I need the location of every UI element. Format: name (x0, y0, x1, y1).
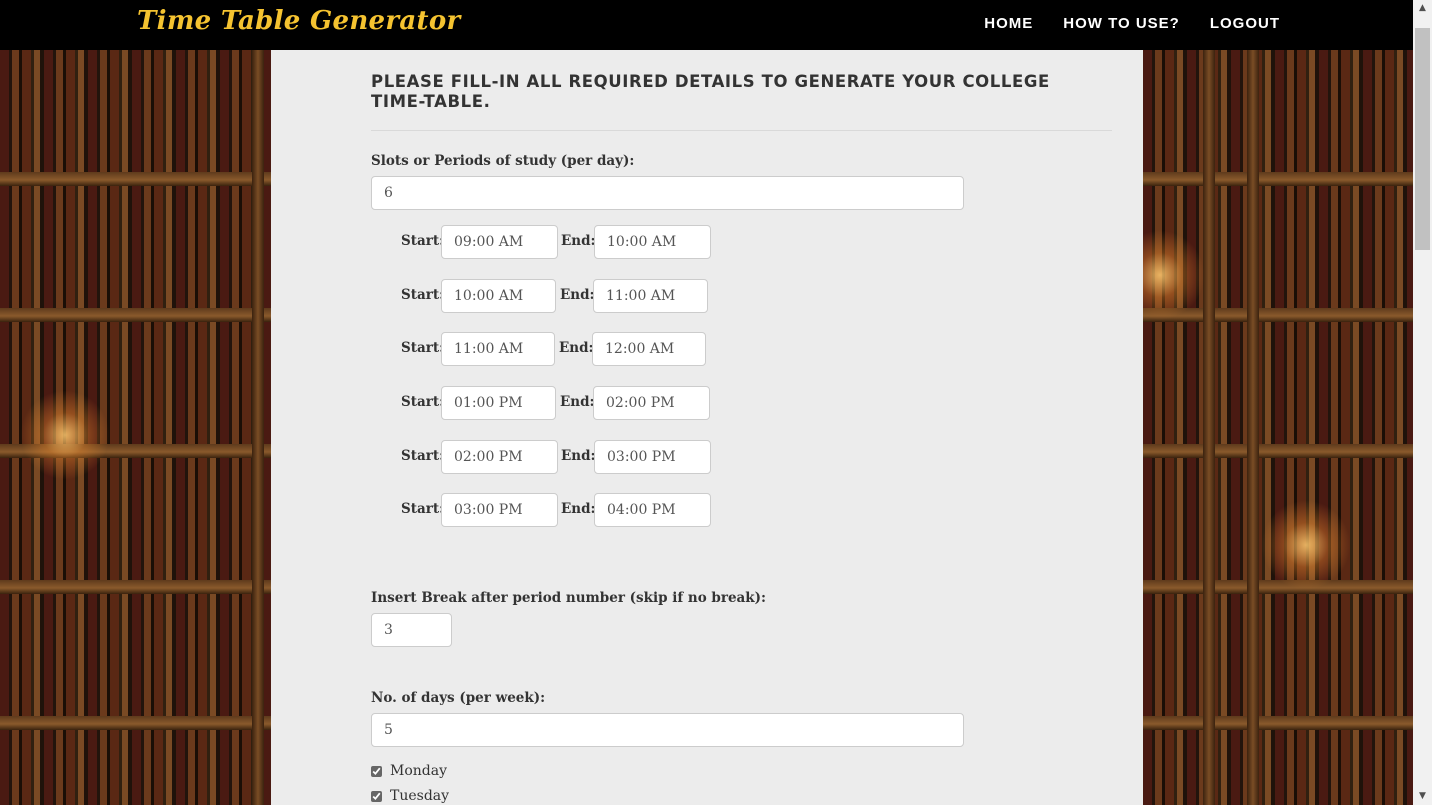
end-label: End: (561, 501, 596, 517)
monday-label: Monday (390, 763, 447, 779)
scroll-up-arrow-icon[interactable]: ▲ (1413, 0, 1432, 17)
tuesday-label: Tuesday (390, 788, 450, 804)
slot-2-start-input[interactable] (441, 279, 556, 313)
slots-input[interactable] (371, 176, 964, 210)
end-label: End: (561, 233, 596, 249)
slot-4-end-input[interactable] (593, 386, 710, 420)
days-input[interactable] (371, 713, 964, 747)
slots-label: Slots or Periods of study (per day): (371, 153, 635, 169)
break-input[interactable] (371, 613, 452, 647)
slot-5-end-input[interactable] (594, 440, 711, 474)
end-label: End: (559, 340, 594, 356)
slot-5-start-input[interactable] (441, 440, 558, 474)
slot-1-end-input[interactable] (594, 225, 711, 259)
shelf-post (252, 50, 264, 805)
slot-1-start-input[interactable] (441, 225, 558, 259)
shelf-post (1203, 50, 1215, 805)
start-label: Start: (401, 448, 445, 464)
start-label: Start: (401, 394, 445, 410)
top-navbar: Time Table Generator HOME HOW TO USE? LO… (0, 0, 1413, 50)
monday-checkbox[interactable] (371, 765, 382, 777)
nav-links: HOME HOW TO USE? LOGOUT (984, 15, 1280, 32)
start-label: Start: (401, 287, 445, 303)
page-title: PLEASE FILL-IN ALL REQUIRED DETAILS TO G… (371, 72, 1050, 111)
page-scrollbar[interactable]: ▲ ▼ (1413, 0, 1432, 805)
slot-3-start-input[interactable] (441, 332, 555, 366)
end-label: End: (560, 394, 595, 410)
nav-home-link[interactable]: HOME (984, 15, 1033, 32)
slot-4-start-input[interactable] (441, 386, 556, 420)
days-label: No. of days (per week): (371, 690, 546, 706)
scroll-thumb[interactable] (1415, 28, 1430, 250)
candle-glow (1143, 230, 1205, 320)
slot-2-end-input[interactable] (593, 279, 708, 313)
candle-glow (20, 390, 110, 480)
slot-6-start-input[interactable] (441, 493, 558, 527)
divider (371, 130, 1112, 131)
nav-how-to-use-link[interactable]: HOW TO USE? (1063, 15, 1180, 32)
brand-logo[interactable]: Time Table Generator (137, 6, 460, 36)
nav-logout-link[interactable]: LOGOUT (1210, 15, 1280, 32)
start-label: Start: (401, 340, 445, 356)
bookshelf-background-left (0, 50, 271, 805)
day-tuesday: Tuesday (371, 788, 449, 804)
bookshelf-background-right (1143, 50, 1413, 805)
break-label: Insert Break after period number (skip i… (371, 590, 767, 606)
day-monday: Monday (371, 763, 447, 779)
form-panel: PLEASE FILL-IN ALL REQUIRED DETAILS TO G… (271, 50, 1143, 805)
slot-6-end-input[interactable] (594, 493, 711, 527)
end-label: End: (560, 287, 595, 303)
slot-3-end-input[interactable] (592, 332, 706, 366)
end-label: End: (561, 448, 596, 464)
shelf-post (1247, 50, 1259, 805)
start-label: Start: (401, 501, 445, 517)
candle-glow (1261, 500, 1351, 590)
start-label: Start: (401, 233, 445, 249)
scroll-down-arrow-icon[interactable]: ▼ (1413, 788, 1432, 805)
tuesday-checkbox[interactable] (371, 790, 382, 802)
